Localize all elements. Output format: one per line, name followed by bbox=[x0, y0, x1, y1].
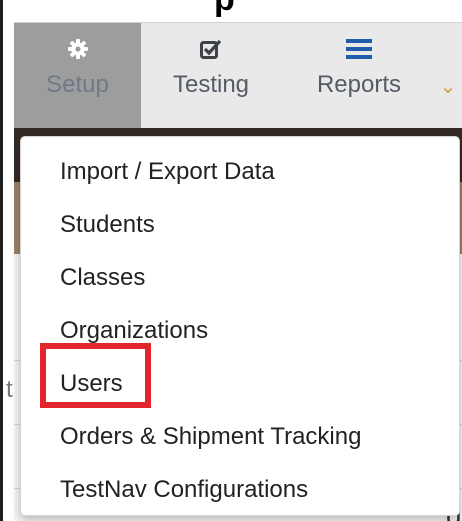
left-edge-border bbox=[0, 0, 3, 521]
tab-setup-label: Setup bbox=[46, 71, 109, 98]
tab-testing-label: Testing bbox=[172, 71, 250, 98]
users-highlight-box bbox=[40, 343, 151, 408]
menu-item-orders-shipment-tracking[interactable]: Orders & Shipment Tracking bbox=[60, 420, 361, 454]
app-page: p Setup bbox=[0, 0, 462, 521]
gear-icon bbox=[67, 38, 88, 60]
setup-dropdown-menu: Import / Export Data Students Classes Or… bbox=[20, 136, 460, 516]
menu-item-testnav-configurations[interactable]: TestNav Configurations bbox=[60, 473, 308, 507]
main-navbar: Setup Testing Reports ⌄ bbox=[14, 22, 462, 129]
top-cropped-text-strip: p bbox=[0, 0, 462, 22]
menu-item-import-export-data[interactable]: Import / Export Data bbox=[60, 155, 275, 189]
background-text-left: t bbox=[6, 376, 13, 403]
tab-setup[interactable]: Setup bbox=[14, 23, 141, 129]
tab-reports[interactable]: Reports bbox=[294, 23, 424, 129]
chevron-down-icon: ⌄ bbox=[439, 76, 457, 98]
tab-overflow[interactable]: ⌄ bbox=[434, 23, 462, 129]
tab-testing[interactable]: Testing bbox=[141, 23, 281, 129]
checkbox-icon bbox=[200, 38, 222, 60]
tab-reports-label: Reports bbox=[316, 71, 402, 98]
menu-item-students[interactable]: Students bbox=[60, 208, 155, 242]
list-icon bbox=[346, 38, 372, 60]
cropped-heading-text: p bbox=[214, 0, 235, 19]
menu-item-classes[interactable]: Classes bbox=[60, 261, 145, 295]
